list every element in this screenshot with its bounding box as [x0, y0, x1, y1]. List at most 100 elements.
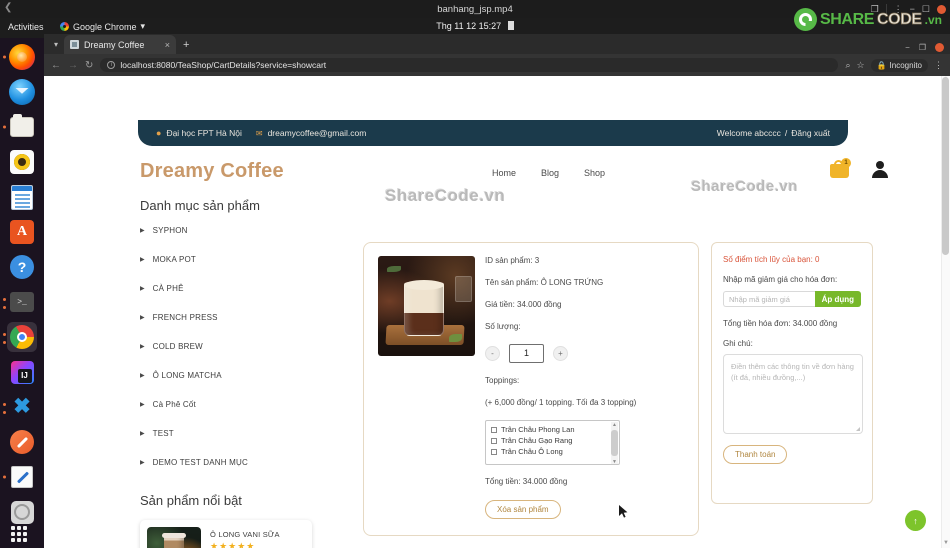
dock-item-google-chrome[interactable]	[3, 322, 37, 352]
sidebar-item-french-press[interactable]: ▶ FRENCH PRESS	[140, 313, 320, 322]
scroll-down-icon[interactable]: ▼	[612, 459, 617, 464]
dock-item-vscode[interactable]: ✖	[3, 392, 37, 422]
caret-right-icon: ▶	[140, 286, 145, 292]
jar-shape	[455, 276, 472, 302]
apply-coupon-button[interactable]: Áp dụng	[814, 291, 861, 307]
avatar-body	[872, 170, 888, 178]
quantity-input[interactable]: 1	[509, 344, 544, 363]
avatar-head	[876, 161, 884, 169]
window-controls: − ❐	[905, 43, 944, 52]
app-grid-icon	[11, 526, 31, 542]
tab-dreamy-coffee[interactable]: Dreamy Coffee ×	[64, 35, 176, 54]
quantity-increase-button[interactable]: +	[553, 346, 568, 361]
invoice-panel: Số điểm tích lũy của bạn: 0 Nhập mã giảm…	[711, 242, 873, 504]
scrollbar-thumb[interactable]	[611, 430, 618, 456]
sidebar-item-moka-pot[interactable]: ▶ MOKA POT	[140, 255, 320, 264]
favicon-icon	[70, 40, 79, 49]
toppings-scrollbar[interactable]: ▲ ▼	[611, 422, 618, 464]
video-back-icon[interactable]: ❮	[4, 2, 12, 13]
sidebar-item-syphon[interactable]: ▶ SYPHON	[140, 226, 320, 235]
back-button[interactable]: ←	[51, 60, 61, 71]
dock-item-files[interactable]	[3, 112, 37, 142]
note-label: Ghi chú:	[723, 339, 753, 348]
minimize-icon[interactable]: −	[905, 43, 910, 52]
scroll-to-top-button[interactable]: ↑	[905, 510, 926, 531]
foam-shape	[404, 280, 444, 290]
clock-text: Thg 11 12 15:27	[436, 21, 502, 31]
topping-option[interactable]: Trân Châu Phong Lan	[491, 425, 614, 434]
sidebar-item-o-long-matcha[interactable]: ▶ Ô LONG MATCHA	[140, 371, 320, 380]
forward-button[interactable]: →	[68, 60, 78, 71]
nav-item-home[interactable]: Home	[492, 168, 516, 178]
checkbox[interactable]	[491, 426, 497, 433]
site-address: Đại học FPT Hà Nội	[166, 128, 242, 138]
cart-item-fields: ID sản phẩm: 3 Tên sản phẩm: Ô LONG TRỨN…	[485, 256, 690, 519]
quantity-label: Số lượng:	[485, 322, 521, 331]
sharecode-logo-watermark: SHARE CODE .vn	[794, 8, 942, 31]
topping-option[interactable]: Trân Châu Ô Long	[491, 447, 614, 456]
terminal-icon: >_	[10, 292, 34, 312]
tab-search-icon[interactable]: ▾	[48, 34, 64, 54]
dock-item-text-editor[interactable]	[3, 462, 37, 492]
bookmark-star-icon[interactable]: ☆	[856, 60, 864, 71]
incognito-badge[interactable]: 🔒 Incognito	[870, 58, 928, 72]
scroll-down-icon[interactable]: ▼	[943, 540, 949, 546]
quantity-decrease-button[interactable]: -	[485, 346, 500, 361]
sidebar-item-cold-brew[interactable]: ▶ COLD BREW	[140, 342, 320, 351]
dock-item-thunderbird[interactable]	[7, 77, 37, 107]
toppings-listbox[interactable]: Trân Châu Phong Lan Trân Châu Gạo Rang T…	[485, 420, 620, 465]
scroll-up-icon[interactable]: ▲	[612, 422, 617, 428]
nav-item-blog[interactable]: Blog	[541, 168, 559, 178]
files-folder-icon	[10, 114, 34, 137]
dock-item-orange-editor[interactable]	[7, 427, 37, 457]
user-account-icon[interactable]	[872, 160, 888, 178]
dock-item-rhythmbox[interactable]	[7, 147, 37, 177]
maximize-icon[interactable]: ❐	[919, 43, 926, 52]
address-bar[interactable]: i localhost:8080/TeaShop/CartDetails?ser…	[100, 58, 839, 72]
dock-item-disks[interactable]	[7, 497, 37, 527]
site-brand-logo[interactable]: Dreamy Coffee	[140, 160, 284, 183]
sidebar-item-ca-phe[interactable]: ▶ CÀ PHÊ	[140, 284, 320, 293]
checkbox[interactable]	[491, 437, 497, 444]
dock-item-terminal[interactable]: >_	[3, 287, 37, 317]
thunderbird-icon	[9, 79, 35, 105]
remove-product-button[interactable]: Xóa sản phẩm	[485, 500, 561, 519]
search-icon[interactable]: ⌕	[845, 60, 850, 71]
checkbox[interactable]	[491, 448, 497, 455]
featured-product-card[interactable]: Ô LONG VANI SỮA ★★★★★ 54.000 đ	[140, 520, 312, 548]
order-note-textarea[interactable]: Điền thêm các thông tin về đơn hàng (ít …	[723, 354, 863, 434]
reload-button[interactable]: ↻	[85, 60, 93, 71]
dock-item-ubuntu-software[interactable]: A	[7, 217, 37, 247]
sidebar-item-ca-phe-cot[interactable]: ▶ Cà Phê Cốt	[140, 400, 320, 409]
running-indicator	[3, 403, 6, 407]
loyalty-points-text: Số điểm tích lũy của bạn: 0	[723, 255, 820, 264]
site-info-icon[interactable]: i	[107, 61, 116, 69]
new-tab-button[interactable]: +	[183, 39, 189, 51]
site-email: dreamycoffee@gmail.com	[267, 128, 367, 138]
checkout-button[interactable]: Thanh toán	[723, 445, 788, 464]
page-scrollbar[interactable]: ▲ ▼	[941, 76, 950, 548]
email-group[interactable]: ✉ dreamycoffee@gmail.com	[256, 128, 366, 138]
sidebar-item-demo-test-danh-muc[interactable]: ▶ DEMO TEST DANH MỤC	[140, 458, 320, 467]
close-icon[interactable]	[935, 43, 944, 52]
disk-icon	[10, 500, 34, 524]
cart-icon[interactable]: 1	[830, 158, 851, 178]
close-icon[interactable]: ×	[165, 40, 170, 50]
caret-right-icon: ▶	[140, 228, 145, 234]
logout-link[interactable]: Đăng xuất	[791, 128, 830, 138]
sidebar-item-test[interactable]: ▶ TEST	[140, 429, 320, 438]
dock-item-libreoffice-writer[interactable]	[7, 182, 37, 212]
invoice-total-text: Tổng tiền hóa đơn: 34.000 đồng	[723, 319, 838, 328]
scrollbar-thumb[interactable]	[942, 77, 949, 255]
nav-item-shop[interactable]: Shop	[584, 168, 605, 178]
dock-item-help[interactable]: ?	[7, 252, 37, 282]
resize-handle-icon[interactable]	[856, 427, 860, 431]
chrome-menu-icon[interactable]: ⋮	[934, 60, 943, 71]
show-applications-button[interactable]	[11, 526, 31, 542]
running-indicator	[3, 333, 6, 337]
dock-item-firefox[interactable]	[3, 42, 37, 72]
dock-item-intellij-idea[interactable]	[7, 357, 37, 387]
topping-option[interactable]: Trân Châu Gạo Rang	[491, 436, 614, 445]
coupon-input[interactable]: Nhập mã giảm giá	[723, 291, 815, 307]
firefox-icon	[9, 44, 35, 70]
